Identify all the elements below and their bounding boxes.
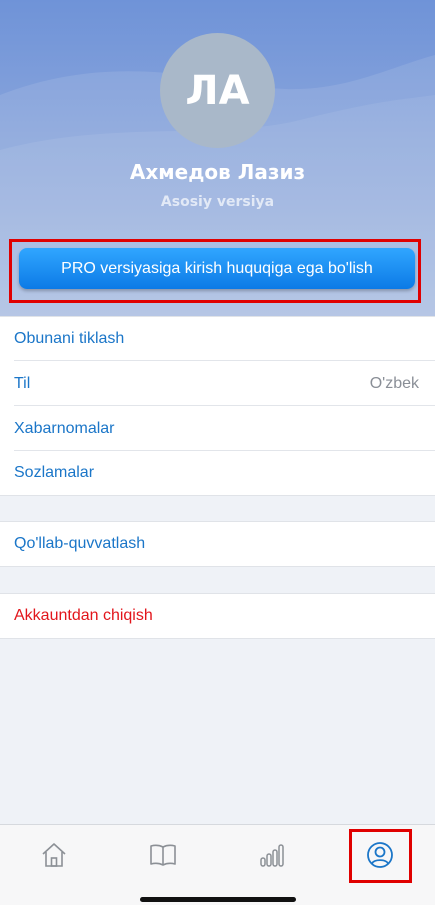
logout-label: Akkauntdan chiqish <box>14 607 153 624</box>
restore-subscription-label: Obunani tiklash <box>14 330 125 347</box>
book-icon <box>150 844 176 866</box>
logout-item[interactable]: Akkauntdan chiqish <box>0 594 435 638</box>
settings-menu-group: Obunani tiklash Til O'zbek Xabarnomalar … <box>0 316 435 496</box>
language-item[interactable]: Til O'zbek <box>0 361 435 406</box>
support-item[interactable]: Qo'llab-quvvatlash <box>0 522 435 566</box>
plan-label: Asosiy versiya <box>160 194 275 210</box>
settings-label: Sozlamalar <box>14 464 95 481</box>
home-indicator <box>140 897 296 902</box>
notifications-label: Xabarnomalar <box>14 419 115 437</box>
support-label: Qo'llab-quvvatlash <box>14 535 146 552</box>
avatar-initials: ЛА <box>185 67 250 114</box>
logout-menu-group: Akkauntdan chiqish <box>0 593 435 639</box>
support-menu-group: Qo'llab-quvvatlash <box>0 521 435 567</box>
restore-subscription-item[interactable]: Obunani tiklash <box>0 317 435 361</box>
avatar: ЛА <box>160 33 275 148</box>
settings-item[interactable]: Sozlamalar <box>0 451 435 495</box>
profile-header: ЛА Ахмедов Лазиз Asosiy versiya PRO vers… <box>0 0 435 316</box>
bar-chart-icon <box>260 844 284 867</box>
language-label: Til <box>14 374 31 392</box>
tab-home[interactable] <box>34 835 74 875</box>
tab-profile[interactable] <box>360 835 400 875</box>
tab-dictionary[interactable] <box>143 835 183 875</box>
profile-icon <box>367 842 393 868</box>
tab-statistics[interactable] <box>252 835 292 875</box>
get-pro-button[interactable]: PRO versiyasiga kirish huquqiga ega bo'l… <box>19 248 415 289</box>
user-name: Ахмедов Лазиз <box>129 160 306 184</box>
home-icon <box>42 843 66 867</box>
notifications-item[interactable]: Xabarnomalar <box>0 406 435 451</box>
language-value: O'zbek <box>369 374 419 392</box>
tab-bar <box>0 824 435 905</box>
